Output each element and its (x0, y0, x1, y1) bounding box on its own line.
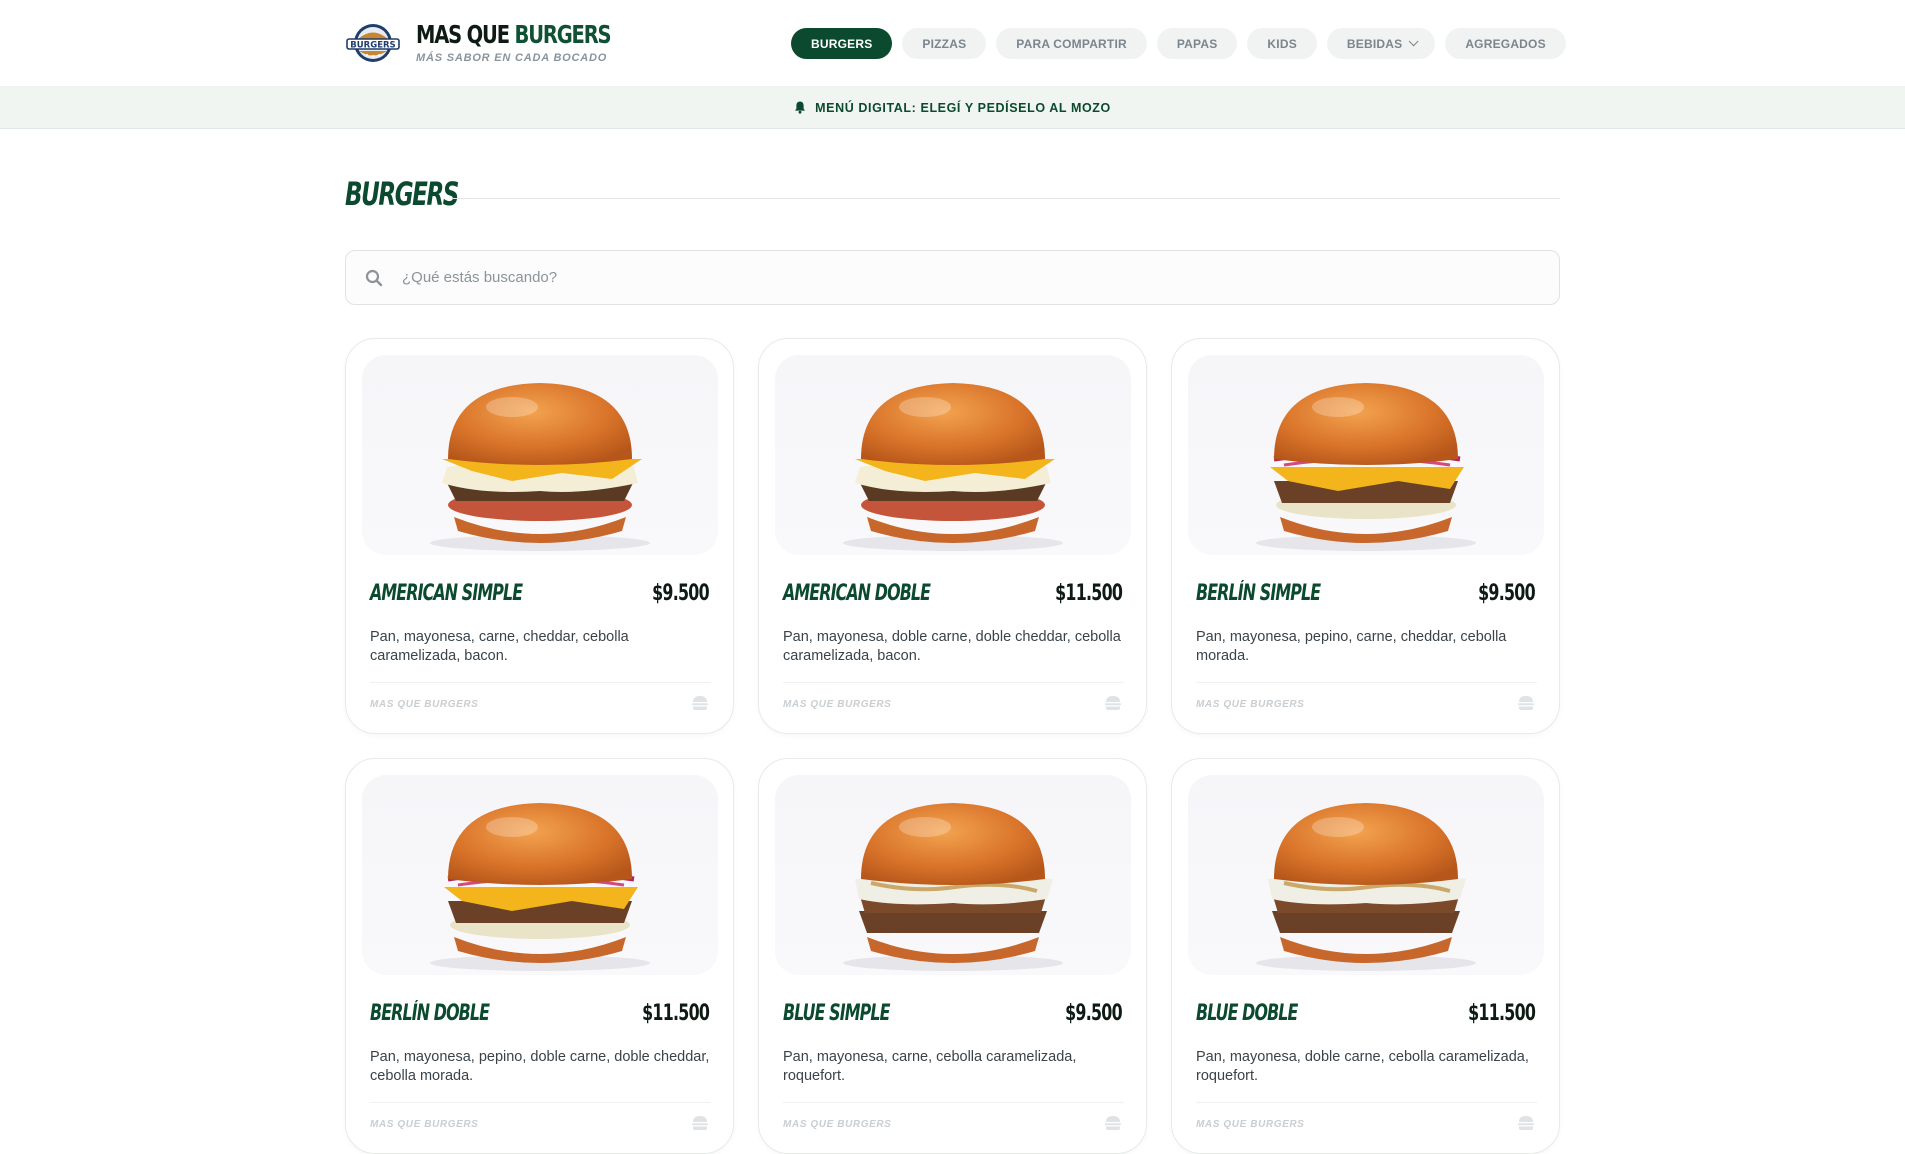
brand-logo[interactable]: BURGERS (344, 22, 402, 64)
site-header: BURGERS MAS QUE BURGERS MÁS SABOR EN CAD… (0, 0, 1905, 87)
nav-tab-papas[interactable]: PAPAS (1156, 28, 1238, 59)
product-description: Pan, mayonesa, carne, cheddar, cebolla c… (370, 629, 629, 664)
product-name: BLUE DOBLE (1196, 1001, 1298, 1026)
product-description: Pan, mayonesa, pepino, carne, cheddar, c… (1196, 629, 1507, 664)
card-brand-label: MAS QUE BURGERS (783, 699, 892, 710)
burger-illustration (430, 803, 650, 971)
burger-illustration (843, 803, 1063, 971)
card-brand-label: MAS QUE BURGERS (1196, 699, 1305, 710)
product-image (775, 775, 1131, 975)
burger-illustration (843, 383, 1063, 551)
product-card[interactable]: AMERICAN SIMPLE $9.500 Pan, mayonesa, ca… (345, 338, 734, 734)
product-description: Pan, mayonesa, carne, cebolla carameliza… (783, 1049, 1077, 1084)
nav-tab-kids[interactable]: KIDS (1247, 28, 1317, 59)
logo-text: BURGERS (350, 41, 395, 51)
card-divider (1196, 682, 1537, 683)
product-card[interactable]: BLUE DOBLE $11.500 Pan, mayonesa, doble … (1171, 758, 1560, 1154)
category-nav: BURGERS PIZZAS PARA COMPARTIR PAPAS KIDS… (791, 28, 1566, 59)
card-divider (1196, 1102, 1537, 1103)
brand-title: MAS QUE BURGERS (416, 20, 612, 49)
product-name: BLUE SIMPLE (783, 1001, 890, 1026)
brand-tagline: MÁS SABOR EN CADA BOCADO (416, 52, 608, 64)
nav-tab-pizzas[interactable]: PIZZAS (902, 28, 987, 59)
info-banner: MENÚ DIGITAL: ELEGÍ Y PEDÍSELO AL MOZO (0, 87, 1905, 129)
product-name: BERLÍN SIMPLE (1196, 581, 1321, 606)
chevron-down-icon (1408, 36, 1419, 47)
bell-icon (795, 101, 806, 114)
burger-icon (1518, 1116, 1534, 1130)
nav-tab-burgers[interactable]: BURGERS (791, 28, 893, 59)
product-description: Pan, mayonesa, pepino, doble carne, dobl… (370, 1049, 710, 1084)
burger-illustration (1256, 803, 1476, 971)
card-divider (783, 682, 1124, 683)
product-price: $9.500 (1065, 1001, 1123, 1026)
card-brand-label: MAS QUE BURGERS (1196, 1119, 1305, 1130)
burger-illustration (430, 383, 650, 551)
burger-icon (1518, 696, 1534, 710)
banner-text: MENÚ DIGITAL: ELEGÍ Y PEDÍSELO AL MOZO (815, 100, 1111, 115)
product-image (1188, 355, 1544, 555)
burger-icon (1105, 696, 1121, 710)
product-card[interactable]: AMERICAN DOBLE $11.500 Pan, mayonesa, do… (758, 338, 1147, 734)
card-brand-label: MAS QUE BURGERS (370, 1119, 479, 1130)
product-image (362, 775, 718, 975)
product-price: $9.500 (1478, 581, 1536, 606)
product-card[interactable]: BLUE SIMPLE $9.500 Pan, mayonesa, carne,… (758, 758, 1147, 1154)
burger-illustration (1256, 383, 1476, 551)
nav-tab-para-compartir[interactable]: PARA COMPARTIR (996, 28, 1147, 59)
nav-tab-agregados[interactable]: AGREGADOS (1445, 28, 1566, 59)
section-title: BURGERS (345, 175, 459, 213)
section-divider (453, 198, 1560, 199)
product-card[interactable]: BERLÍN DOBLE $11.500 Pan, mayonesa, pepi… (345, 758, 734, 1154)
product-name: AMERICAN SIMPLE (370, 581, 523, 606)
product-image (362, 355, 718, 555)
product-name: BERLÍN DOBLE (370, 1001, 490, 1026)
burger-icon (1105, 1116, 1121, 1130)
product-price: $11.500 (1467, 1001, 1536, 1026)
search-icon (365, 269, 383, 286)
product-price: $11.500 (1054, 581, 1123, 606)
product-image (1188, 775, 1544, 975)
product-description: Pan, mayonesa, doble carne, doble chedda… (783, 629, 1121, 664)
burger-icon (692, 696, 708, 710)
product-price: $11.500 (641, 1001, 710, 1026)
product-card[interactable]: BERLÍN SIMPLE $9.500 Pan, mayonesa, pepi… (1171, 338, 1560, 734)
card-divider (783, 1102, 1124, 1103)
search-bar (345, 250, 1560, 305)
card-brand-label: MAS QUE BURGERS (370, 699, 479, 710)
nav-tab-bebidas[interactable]: BEBIDAS (1326, 28, 1436, 59)
search-input[interactable] (402, 269, 1502, 286)
product-price: $9.500 (652, 581, 710, 606)
card-brand-label: MAS QUE BURGERS (783, 1119, 892, 1130)
product-name: AMERICAN DOBLE (783, 581, 931, 606)
product-description: Pan, mayonesa, doble carne, cebolla cara… (1196, 1049, 1529, 1084)
burger-icon (692, 1116, 708, 1130)
card-divider (370, 682, 711, 683)
product-image (775, 355, 1131, 555)
card-divider (370, 1102, 711, 1103)
brand: MAS QUE BURGERS MÁS SABOR EN CADA BOCADO (416, 20, 665, 64)
